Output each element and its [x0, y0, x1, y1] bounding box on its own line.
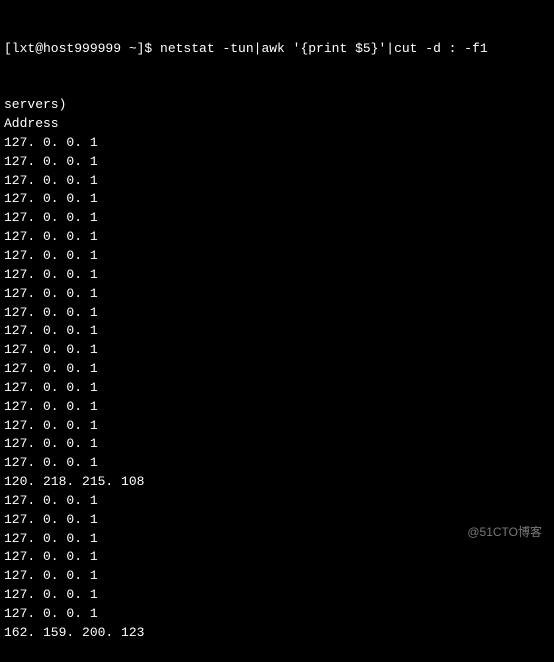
output-line: servers): [4, 96, 550, 115]
output-line: 127. 0. 0. 1: [4, 379, 550, 398]
output-line: 127. 0. 0. 1: [4, 285, 550, 304]
output-line: 127. 0. 0. 1: [4, 454, 550, 473]
shell-command: netstat -tun|awk '{print $5}'|cut -d : -…: [160, 41, 488, 56]
output-line: 127. 0. 0. 1: [4, 266, 550, 285]
output-line: 127. 0. 0. 1: [4, 153, 550, 172]
output-line: 127. 0. 0. 1: [4, 435, 550, 454]
watermark-label: @51CTO博客: [467, 524, 542, 541]
output-line: 127. 0. 0. 1: [4, 492, 550, 511]
output-line: 127. 0. 0. 1: [4, 417, 550, 436]
output-line: 127. 0. 0. 1: [4, 228, 550, 247]
shell-prompt: [lxt@host999999 ~]$: [4, 41, 160, 56]
output-line: 127. 0. 0. 1: [4, 304, 550, 323]
output-line: 127. 0. 0. 1: [4, 548, 550, 567]
output-line: 127. 0. 0. 1: [4, 341, 550, 360]
output-line: 127. 0. 0. 1: [4, 586, 550, 605]
output-line: 127. 0. 0. 1: [4, 605, 550, 624]
output-line: 127. 0. 0. 1: [4, 209, 550, 228]
output-line: Address: [4, 115, 550, 134]
command-output: servers)Address127. 0. 0. 1127. 0. 0. 11…: [4, 96, 550, 642]
output-line: 127. 0. 0. 1: [4, 134, 550, 153]
output-line: 127. 0. 0. 1: [4, 247, 550, 266]
output-line: 127. 0. 0. 1: [4, 172, 550, 191]
output-line: 162. 159. 200. 123: [4, 624, 550, 643]
terminal-output[interactable]: [lxt@host999999 ~]$ netstat -tun|awk '{p…: [4, 2, 550, 662]
output-line: 127. 0. 0. 1: [4, 567, 550, 586]
output-line: 120. 218. 215. 108: [4, 473, 550, 492]
output-line: 127. 0. 0. 1: [4, 398, 550, 417]
output-line: 127. 0. 0. 1: [4, 322, 550, 341]
output-line: 127. 0. 0. 1: [4, 360, 550, 379]
output-line: 127. 0. 0. 1: [4, 190, 550, 209]
